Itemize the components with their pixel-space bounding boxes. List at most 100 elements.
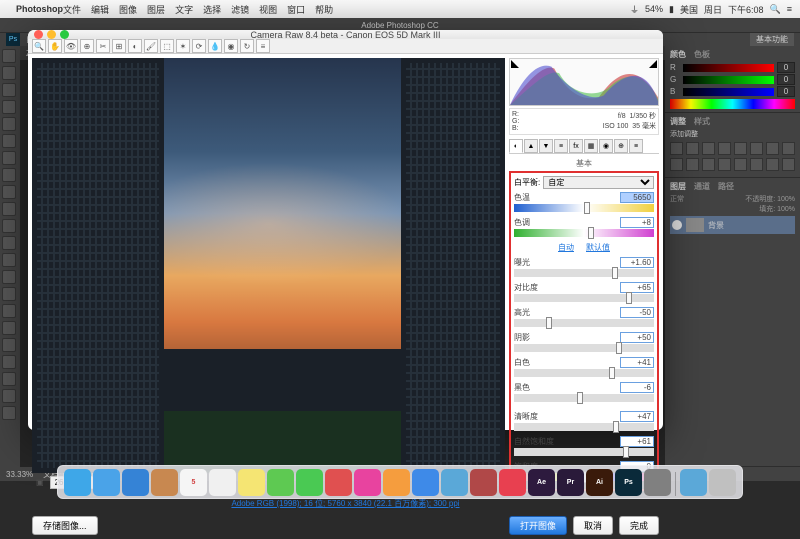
adjust-icon-8[interactable]	[670, 158, 683, 171]
adjust-icon-4[interactable]	[734, 142, 747, 155]
shadow-clip-icon[interactable]	[511, 60, 519, 68]
adjust-icon-11[interactable]	[718, 158, 731, 171]
dock-notes[interactable]	[238, 469, 265, 496]
adjust-icon-5[interactable]	[750, 142, 763, 155]
save-image-button[interactable]: 存储图像...	[32, 516, 98, 535]
menu-icon[interactable]: ≡	[787, 4, 792, 14]
highlights-slider[interactable]	[514, 319, 654, 327]
ps-tool-3[interactable]	[2, 100, 16, 114]
clarity-slider[interactable]	[514, 423, 654, 431]
ps-tool-5[interactable]	[2, 134, 16, 148]
b-slider[interactable]	[683, 88, 774, 96]
cr-tool-14[interactable]: ≡	[256, 39, 270, 53]
shadows-slider[interactable]	[514, 344, 654, 352]
blacks-value[interactable]: -6	[620, 382, 654, 393]
cr-tool-3[interactable]: ⊕	[80, 39, 94, 53]
dock-mail[interactable]	[122, 469, 149, 496]
blacks-slider[interactable]	[514, 394, 654, 402]
spotlight-icon[interactable]: 🔍	[770, 4, 781, 15]
cr-tool-6[interactable]: ◐	[128, 39, 142, 53]
dock-trash[interactable]	[709, 469, 736, 496]
input-locale[interactable]: 美国	[680, 3, 698, 16]
cr-titlebar[interactable]: Camera Raw 8.4 beta - Canon EOS 5D Mark …	[28, 30, 663, 39]
ps-tool-19[interactable]	[2, 372, 16, 386]
cr-tab-7[interactable]: ⊕	[614, 139, 628, 153]
ps-tool-8[interactable]	[2, 185, 16, 199]
ps-tool-6[interactable]	[2, 151, 16, 165]
adjust-icon-14[interactable]	[766, 158, 779, 171]
ps-tool-2[interactable]	[2, 83, 16, 97]
cr-toolbar[interactable]: 🔍✋👁⊕✂⊞◐🖌⬚✶⟳💧◉↻≡	[28, 39, 663, 54]
wifi-icon[interactable]: ⏚	[630, 3, 639, 16]
tint-slider[interactable]	[514, 229, 654, 237]
menu-文字[interactable]: 文字	[175, 3, 193, 16]
exposure-slider[interactable]	[514, 269, 654, 277]
done-button[interactable]: 完成	[619, 516, 659, 535]
menu-选择[interactable]: 选择	[203, 3, 221, 16]
dock-ai[interactable]: Ai	[586, 469, 613, 496]
macos-dock[interactable]: 5AePrAiPs	[57, 465, 743, 499]
ps-tool-10[interactable]	[2, 219, 16, 233]
cr-tab-4[interactable]: fx	[569, 139, 583, 153]
cr-tab-5[interactable]: ▦	[584, 139, 598, 153]
spectrum[interactable]	[670, 99, 795, 109]
ps-tool-1[interactable]	[2, 66, 16, 80]
highlights-value[interactable]: -50	[620, 307, 654, 318]
menu-图层[interactable]: 图层	[147, 3, 165, 16]
cr-panel-tabs[interactable]: ◐▲▼≡fx▦◉⊕≡	[509, 139, 659, 154]
histogram[interactable]	[509, 58, 659, 106]
g-slider[interactable]	[683, 76, 774, 84]
dock-ae[interactable]: Ae	[528, 469, 555, 496]
ps-tool-0[interactable]	[2, 49, 16, 63]
cancel-button[interactable]: 取消	[573, 516, 613, 535]
dock-preview[interactable]	[441, 469, 468, 496]
cr-tab-0[interactable]: ◐	[509, 139, 523, 153]
dock-itunes[interactable]	[354, 469, 381, 496]
app-menu[interactable]: Photoshop	[16, 4, 63, 14]
ps-tool-18[interactable]	[2, 355, 16, 369]
dock-safari[interactable]	[93, 469, 120, 496]
dock-sysprefs[interactable]	[644, 469, 671, 496]
adjust-icon-12[interactable]	[734, 158, 747, 171]
contrast-slider[interactable]	[514, 294, 654, 302]
cr-tool-5[interactable]: ⊞	[112, 39, 126, 53]
ps-tool-13[interactable]	[2, 270, 16, 284]
ps-toolbox[interactable]	[0, 46, 20, 467]
menu-滤镜[interactable]: 滤镜	[231, 3, 249, 16]
adjust-icon-15[interactable]	[782, 158, 795, 171]
dock-dict[interactable]	[470, 469, 497, 496]
ps-tool-7[interactable]	[2, 168, 16, 182]
menu-图像[interactable]: 图像	[119, 3, 137, 16]
adjust-icon-1[interactable]	[686, 142, 699, 155]
cr-tool-4[interactable]: ✂	[96, 39, 110, 53]
adjust-icon-7[interactable]	[782, 142, 795, 155]
workspace-btn[interactable]: 基本功能	[750, 33, 794, 46]
adjust-icon-13[interactable]	[750, 158, 763, 171]
exposure-value[interactable]: +1.60	[620, 257, 654, 268]
cr-tool-2[interactable]: 👁	[64, 39, 78, 53]
dock-reminders[interactable]	[209, 469, 236, 496]
menu-帮助[interactable]: 帮助	[315, 3, 333, 16]
adjust-icon-3[interactable]	[718, 142, 731, 155]
cr-tab-6[interactable]: ◉	[599, 139, 613, 153]
cr-tab-8[interactable]: ≡	[629, 139, 643, 153]
ps-tool-11[interactable]	[2, 236, 16, 250]
cr-tool-0[interactable]: 🔍	[32, 39, 46, 53]
adjust-icon-10[interactable]	[702, 158, 715, 171]
vibrance-slider[interactable]	[514, 448, 654, 456]
temp-value[interactable]: 5650	[620, 192, 654, 203]
dock-ps[interactable]: Ps	[615, 469, 642, 496]
whites-value[interactable]: +41	[620, 357, 654, 368]
cr-tool-7[interactable]: 🖌	[144, 39, 158, 53]
eye-icon[interactable]	[672, 220, 682, 230]
cr-tool-1[interactable]: ✋	[48, 39, 62, 53]
ps-tool-9[interactable]	[2, 202, 16, 216]
menu-窗口[interactable]: 窗口	[287, 3, 305, 16]
wb-select[interactable]: 自定	[543, 176, 654, 189]
dock-facetime[interactable]	[296, 469, 323, 496]
dock-qq[interactable]	[499, 469, 526, 496]
cr-tool-8[interactable]: ⬚	[160, 39, 174, 53]
cr-tab-1[interactable]: ▲	[524, 139, 538, 153]
dock-messages[interactable]	[267, 469, 294, 496]
open-image-button[interactable]: 打开图像	[509, 516, 567, 535]
